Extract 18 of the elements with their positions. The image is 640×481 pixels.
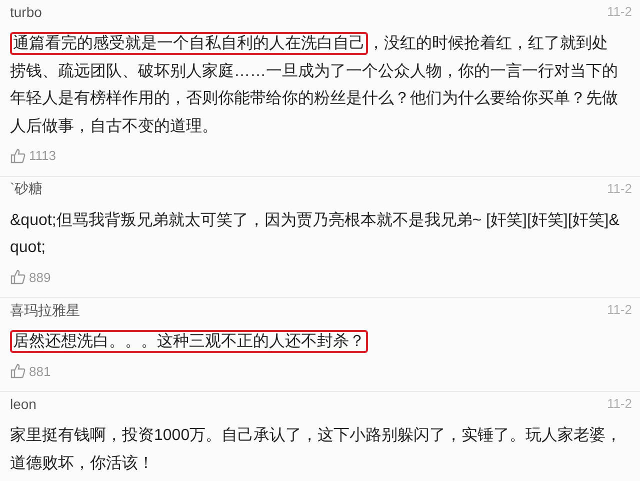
comment-date: 11-2 (606, 3, 632, 22)
username[interactable]: turbo (10, 2, 42, 22)
like-count: 1113 (29, 147, 56, 165)
like-count: 881 (29, 362, 51, 380)
username[interactable]: leon (10, 394, 36, 414)
comment-text: &quot;但骂我背叛兄弟就太可笑了，因为贾乃亮根本就不是我兄弟~ [奸笑][奸笑][奸笑]&quot; (10, 210, 620, 258)
comment-text: 通篇看完的感受就是一个自私自利的人在洗白自己 ，没红的时候抢着红，红了就到处捞钱、疏远团队、破坏别人家庭……一旦成为了一个公众人物，你的一言一行对当下的年轻人是有榜样作用的，否则你能带给你的粉丝是什么？他们为什么要给你买单？先做人后做事，自古不变的道理。 (10, 30, 622, 140)
comment-text: 居然还想洗白。。。这种三观不正的人还不封杀？ (10, 328, 622, 356)
comment-text: 家里挺有钱啊，投资1000万。自己承认了，这下小路别躲闪了，实锤了。玩人家老婆，道德败坏，你活该！ (10, 426, 622, 474)
comment-date: 11-2 (606, 301, 632, 320)
username[interactable]: `砂糖 (10, 178, 43, 199)
thumbs-up-icon[interactable] (10, 363, 26, 380)
like-count: 889 (29, 268, 51, 286)
thumbs-up-icon[interactable] (10, 148, 26, 164)
comment-date: 11-2 (606, 395, 632, 414)
thumbs-up-icon[interactable] (10, 269, 26, 286)
comment-date: 11-2 (606, 180, 632, 198)
username[interactable]: 喜玛拉雅星 (10, 300, 80, 320)
